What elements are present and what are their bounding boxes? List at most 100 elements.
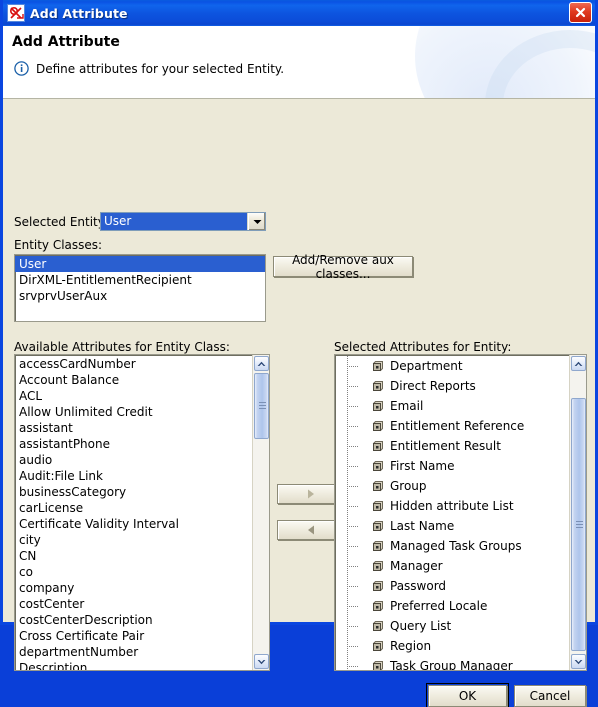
tree-item[interactable]: Hidden attribute List	[335, 496, 569, 516]
scroll-thumb[interactable]	[254, 373, 269, 439]
scroll-down-icon[interactable]	[571, 654, 586, 669]
tree-item-label: Hidden attribute List	[390, 499, 514, 513]
tree-item[interactable]: Entitlement Reference	[335, 416, 569, 436]
list-item[interactable]: city	[15, 532, 252, 548]
tree-item-label: Last Name	[390, 519, 455, 533]
entity-classes-list[interactable]: User DirXML-EntitlementRecipient srvprvU…	[14, 254, 266, 322]
scroll-down-icon[interactable]	[254, 654, 269, 669]
tree-item[interactable]: Email	[335, 396, 569, 416]
window-title: Add Attribute	[30, 5, 128, 21]
tree-item[interactable]: Entitlement Result	[335, 436, 569, 456]
list-item[interactable]: carLicense	[15, 500, 252, 516]
tree-item[interactable]: Last Name	[335, 516, 569, 536]
tree-item[interactable]: Task Group Manager	[335, 656, 569, 670]
attribute-icon	[371, 540, 384, 553]
tree-item[interactable]: Region	[335, 636, 569, 656]
list-item[interactable]: Description	[15, 660, 252, 670]
ok-button[interactable]: OK	[426, 683, 509, 707]
list-item[interactable]: Cross Certificate Pair	[15, 628, 252, 644]
info-icon	[14, 61, 29, 76]
tree-item[interactable]: Password	[335, 576, 569, 596]
tree-connector	[335, 416, 371, 436]
tree-item[interactable]: Managed Task Groups	[335, 536, 569, 556]
attribute-icon	[371, 560, 384, 573]
list-item[interactable]: businessCategory	[15, 484, 252, 500]
list-item[interactable]: Allow Unlimited Credit	[15, 404, 252, 420]
entity-classes-label: Entity Classes:	[14, 238, 103, 252]
tree-connector	[335, 396, 371, 416]
tree-connector	[335, 436, 371, 456]
available-attributes-label: Available Attributes for Entity Class:	[14, 340, 230, 354]
attribute-icon	[7, 4, 25, 22]
tree-item[interactable]: Query List	[335, 616, 569, 636]
tree-item[interactable]: First Name	[335, 456, 569, 476]
available-attributes-rows: accessCardNumber Account Balance ACL Allow …	[15, 355, 252, 670]
tree-connector	[335, 616, 371, 636]
tree-item[interactable]: Direct Reports	[335, 376, 569, 396]
tree-item-label: Task Group Manager	[390, 659, 513, 670]
cancel-button[interactable]: Cancel	[514, 685, 586, 707]
list-item[interactable]: assistant	[15, 420, 252, 436]
scroll-up-icon[interactable]	[254, 356, 269, 371]
tree-item-label: Query List	[390, 619, 452, 633]
list-item[interactable]: co	[15, 564, 252, 580]
tree-connector	[335, 636, 371, 656]
tree-item[interactable]: Manager	[335, 556, 569, 576]
attribute-icon	[371, 460, 384, 473]
attribute-icon	[371, 500, 384, 513]
tree-item[interactable]: Group	[335, 476, 569, 496]
tree-item-label: Managed Task Groups	[390, 539, 522, 553]
tree-connector	[335, 536, 371, 556]
list-item[interactable]: ACL	[15, 388, 252, 404]
add-remove-aux-classes-button[interactable]: Add/Remove aux classes...	[273, 253, 413, 281]
list-item[interactable]: audio	[15, 452, 252, 468]
chevron-down-icon[interactable]	[248, 213, 265, 230]
list-item[interactable]: CN	[15, 548, 252, 564]
selected-scrollbar[interactable]	[569, 355, 586, 670]
tree-item-label: Entitlement Result	[390, 439, 501, 453]
selected-entity-value: User	[101, 213, 248, 230]
tree-item[interactable]: Department	[335, 356, 569, 376]
list-item[interactable]: DirXML-EntitlementRecipient	[15, 272, 265, 288]
selected-entity-label: Selected Entity:	[14, 215, 109, 229]
list-item[interactable]: company	[15, 580, 252, 596]
scroll-thumb[interactable]	[571, 398, 586, 651]
selected-attributes-tree[interactable]: Department Direct Reports Email Entitlement…	[334, 354, 587, 671]
dialog-body: Selected Entity: User Entity Classes: Us…	[3, 99, 595, 707]
list-item[interactable]: departmentNumber	[15, 644, 252, 660]
list-item[interactable]: srvprvUserAux	[15, 288, 265, 304]
scroll-up-icon[interactable]	[571, 356, 586, 371]
tree-connector	[335, 596, 371, 616]
title-bar: Add Attribute	[3, 0, 595, 26]
list-item[interactable]: Certificate Validity Interval	[15, 516, 252, 532]
tree-connector	[335, 576, 371, 596]
attribute-icon	[371, 640, 384, 653]
attribute-icon	[371, 660, 384, 670]
tree-item-label: Email	[390, 399, 424, 413]
arrow-right-icon	[308, 489, 314, 499]
list-item[interactable]: assistantPhone	[15, 436, 252, 452]
header-description: Define attributes for your selected Enti…	[14, 61, 284, 76]
available-scrollbar[interactable]	[252, 355, 269, 670]
attribute-icon	[371, 380, 384, 393]
list-item[interactable]: costCenter	[15, 596, 252, 612]
selected-entity-combo[interactable]: User	[100, 212, 266, 231]
attribute-icon	[371, 600, 384, 613]
list-item[interactable]: Audit:File Link	[15, 468, 252, 484]
list-item[interactable]: User	[15, 256, 265, 272]
available-attributes-list[interactable]: accessCardNumber Account Balance ACL Allow …	[14, 354, 270, 671]
list-item[interactable]: costCenterDescription	[15, 612, 252, 628]
tree-item-label: Preferred Locale	[390, 599, 488, 613]
attribute-icon	[371, 440, 384, 453]
list-item[interactable]: Account Balance	[15, 372, 252, 388]
list-item[interactable]: accessCardNumber	[15, 356, 252, 372]
tree-connector	[335, 476, 371, 496]
attribute-icon	[371, 520, 384, 533]
arrow-left-icon	[308, 525, 314, 535]
tree-item-label: Manager	[390, 559, 443, 573]
attribute-icon	[371, 620, 384, 633]
tree-item[interactable]: Preferred Locale	[335, 596, 569, 616]
close-icon[interactable]	[569, 2, 592, 23]
add-attribute-dialog: Add Attribute Add Attribute Define attri…	[0, 0, 598, 707]
selected-attributes-label: Selected Attributes for Entity:	[334, 340, 512, 354]
